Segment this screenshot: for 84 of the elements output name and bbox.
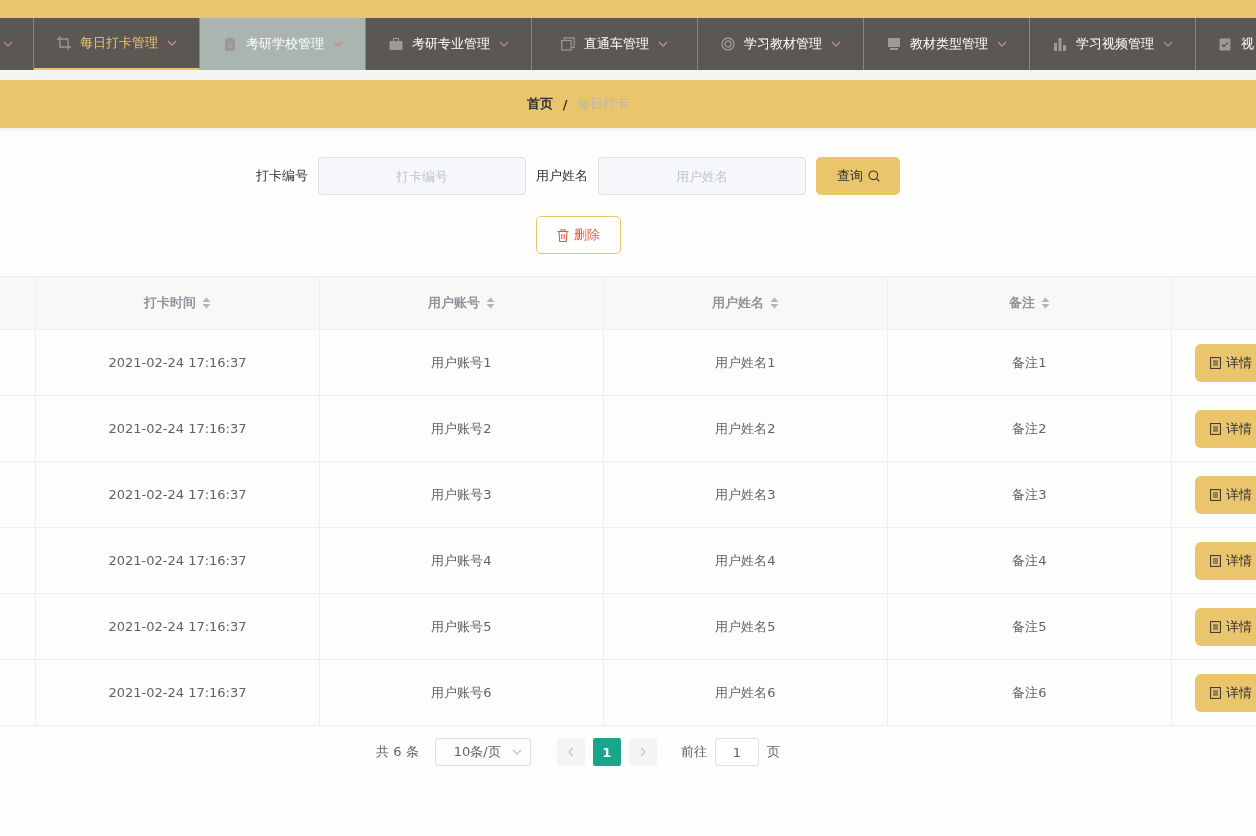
table-cell: 用户账号5 — [320, 594, 604, 660]
caret-icon — [332, 41, 343, 47]
document-icon — [1210, 422, 1221, 435]
chevron-left-icon — [567, 747, 574, 757]
search-icon — [867, 170, 880, 182]
field-label: 打卡编号 — [256, 167, 308, 185]
sort-icon[interactable] — [486, 297, 495, 309]
ring-icon — [720, 37, 735, 51]
table-cell: 用户账号6 — [320, 660, 604, 726]
table-cell: 用户姓名1 — [604, 330, 888, 396]
page-input[interactable]: 1 — [714, 738, 759, 766]
table-cell: 备注1 — [888, 330, 1172, 396]
delete-button[interactable]: 删除 — [535, 216, 621, 254]
table-cell: 备注5 — [888, 594, 1172, 660]
table-cell: 2021-02-24 17:16:37 — [36, 528, 320, 594]
table-cell: 2021-02-24 17:16:37 — [36, 594, 320, 660]
copy-icon — [561, 37, 575, 51]
sort-icon[interactable] — [770, 297, 779, 309]
caret-icon — [166, 40, 177, 46]
details-button[interactable]: 详情 — [1195, 541, 1256, 580]
caret-icon — [1162, 41, 1173, 47]
caret-icon — [3, 41, 13, 47]
briefcase-icon — [388, 37, 403, 51]
table-cell: 用户姓名5 — [604, 594, 888, 660]
page-size-select[interactable]: 10条/页 — [434, 738, 531, 766]
caret-icon — [996, 41, 1007, 47]
nav-tab-label: 直通车管理 — [584, 35, 649, 53]
trash-icon — [556, 228, 569, 242]
document-icon — [1210, 620, 1221, 633]
table-cell: 2021-02-24 17:16:37 — [36, 396, 320, 462]
query-button[interactable]: 查询 — [816, 157, 900, 195]
details-button[interactable]: 详情 — [1195, 475, 1256, 514]
nav-tab-label: 视 — [1241, 35, 1254, 53]
nav-tab-label: 学习教材管理 — [743, 35, 822, 53]
goto-label: 前往 — [680, 743, 707, 761]
breadcrumb-item: 每日打卡 — [577, 95, 630, 113]
document-icon — [1210, 686, 1221, 699]
total-count: 共 6 条 — [376, 743, 419, 761]
nav-tab-label: 每日打卡管理 — [79, 34, 158, 52]
details-button[interactable]: 详情 — [1195, 343, 1256, 382]
chevron-right-icon — [639, 747, 646, 757]
sort-icon[interactable] — [1041, 297, 1050, 309]
table-cell: 备注2 — [888, 396, 1172, 462]
nav-tab[interactable]: 视 — [1196, 18, 1256, 70]
caret-icon — [511, 749, 522, 755]
clipboard-check-icon — [1218, 37, 1232, 51]
table-cell: 用户姓名2 — [604, 396, 888, 462]
table-cell: 2021-02-24 17:16:37 — [36, 330, 320, 396]
table-cell: 用户账号2 — [320, 396, 604, 462]
caret-icon — [498, 41, 509, 47]
nav-tab-label: 学习视频管理 — [1075, 35, 1154, 53]
caret-icon — [658, 41, 668, 47]
document-icon — [1210, 488, 1221, 501]
table-cell: 用户姓名6 — [604, 660, 888, 726]
bar-chart-icon — [1052, 37, 1067, 51]
breadcrumb-item[interactable]: 首页 — [526, 95, 553, 113]
table-cell: 备注6 — [888, 660, 1172, 726]
nav-tab-label: 考研专业管理 — [411, 35, 490, 53]
next-page-button[interactable] — [628, 738, 657, 766]
table-cell: 用户账号4 — [320, 528, 604, 594]
caret-icon — [830, 41, 841, 47]
monitor-icon — [886, 37, 901, 51]
table-cell: 2021-02-24 17:16:37 — [36, 660, 320, 726]
table-cell: 用户账号1 — [320, 330, 604, 396]
table-cell: 备注3 — [888, 462, 1172, 528]
table-cell: 用户姓名4 — [604, 528, 888, 594]
details-button[interactable]: 详情 — [1195, 409, 1256, 448]
field-label: 用户姓名 — [536, 167, 588, 185]
breadcrumb-separator: / — [562, 96, 568, 112]
table-cell: 2021-02-24 17:16:37 — [36, 462, 320, 528]
table-cell: 备注4 — [888, 528, 1172, 594]
details-button[interactable]: 详情 — [1195, 673, 1256, 712]
table-cell: 用户姓名3 — [604, 462, 888, 528]
nav-tab-label: 考研学校管理 — [245, 35, 324, 53]
prev-page-button[interactable] — [556, 738, 585, 766]
nav-tab-label: 教材类型管理 — [909, 35, 988, 53]
clipboard-icon — [222, 37, 237, 51]
details-button[interactable]: 详情 — [1195, 607, 1256, 646]
document-icon — [1210, 356, 1221, 369]
document-icon — [1210, 554, 1221, 567]
table-cell: 用户账号3 — [320, 462, 604, 528]
sort-icon[interactable] — [202, 297, 211, 309]
crop-icon — [56, 36, 71, 50]
page-suffix: 页 — [766, 743, 780, 761]
